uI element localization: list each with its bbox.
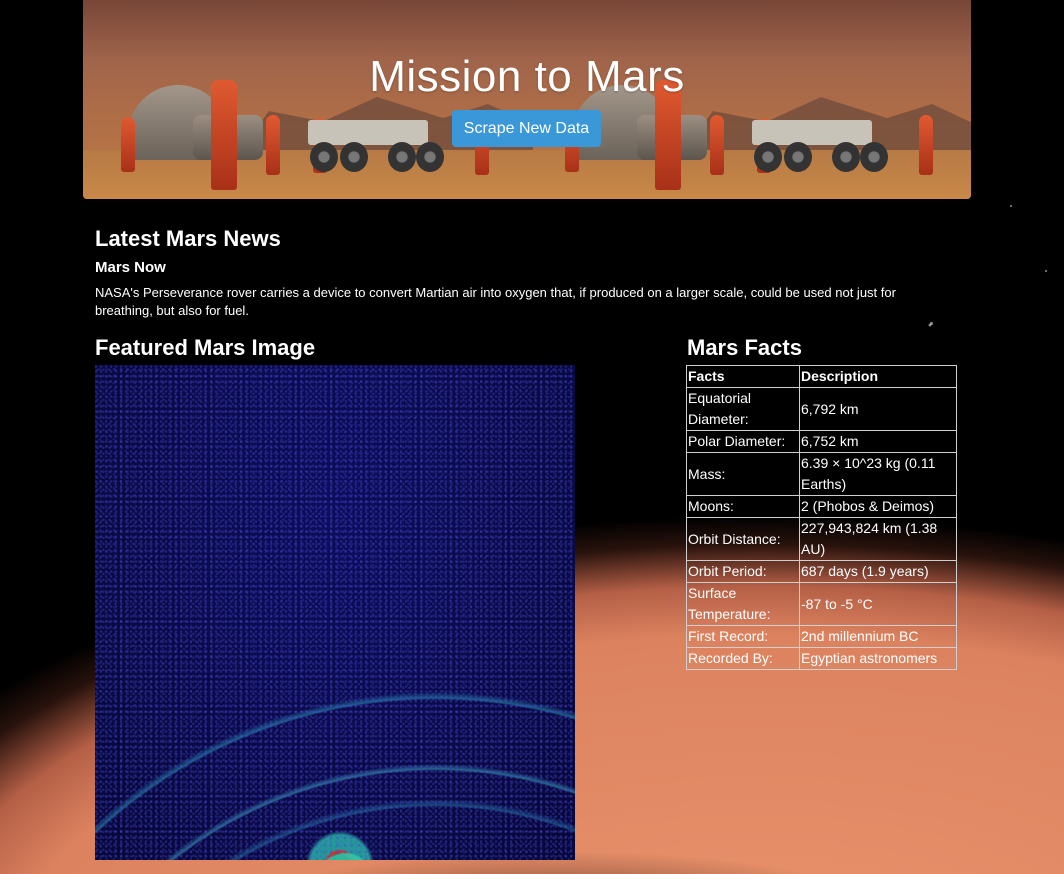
star [1010,205,1012,207]
fact-label: Polar Diameter: [686,430,800,453]
fact-value: 687 days (1.9 years) [799,560,957,583]
table-header-row: Facts Description [686,365,957,388]
mars-facts-table: Facts Description Equatorial Diameter: 6… [686,365,957,670]
fact-label: Surface Temperature: [686,582,800,626]
column-header: Description [799,365,957,388]
fact-label: Equatorial Diameter: [686,387,800,431]
table-row: Moons: 2 (Phobos & Deimos) [686,495,957,518]
fact-value: 6.39 × 10^23 kg (0.11 Earths) [799,452,957,496]
star [1045,270,1047,272]
fact-value: 6,752 km [799,430,957,453]
table-row: Equatorial Diameter: 6,792 km [686,387,957,431]
page-title: Mission to Mars [369,52,685,101]
featured-mars-image[interactable] [95,365,575,860]
fact-label: Moons: [686,495,800,518]
fact-value: 2 (Phobos & Deimos) [799,495,957,518]
table-row: Orbit Distance: 227,943,824 km (1.38 AU) [686,517,957,561]
table-row: First Record: 2nd millennium BC [686,625,957,648]
latest-news-heading: Latest Mars News [95,226,281,251]
fact-label: Mass: [686,452,800,496]
news-paragraph: NASA's Perseverance rover carries a devi… [95,285,896,318]
scrape-new-data-button[interactable]: Scrape New Data [452,110,601,147]
star [930,322,933,325]
fact-value: 227,943,824 km (1.38 AU) [799,517,957,561]
fact-label: First Record: [686,625,800,648]
mars-facts-heading: Mars Facts [687,335,802,360]
fact-value: -87 to -5 °C [799,582,957,626]
table-row: Polar Diameter: 6,752 km [686,430,957,453]
fact-value: 6,792 km [799,387,957,431]
fact-label: Orbit Period: [686,560,800,583]
jumbotron: Mission to Mars Scrape New Data [83,0,971,199]
table-row: Orbit Period: 687 days (1.9 years) [686,560,957,583]
fact-label: Orbit Distance: [686,517,800,561]
featured-image-heading: Featured Mars Image [95,335,316,360]
table-row: Recorded By: Egyptian astronomers [686,647,957,670]
table-row: Mass: 6.39 × 10^23 kg (0.11 Earths) [686,452,957,496]
column-header: Facts [686,365,800,388]
fact-value: 2nd millennium BC [799,625,957,648]
news-title: Mars Now [95,259,166,276]
fact-label: Recorded By: [686,647,800,670]
table-row: Surface Temperature: -87 to -5 °C [686,582,957,626]
fact-value: Egyptian astronomers [799,647,957,670]
